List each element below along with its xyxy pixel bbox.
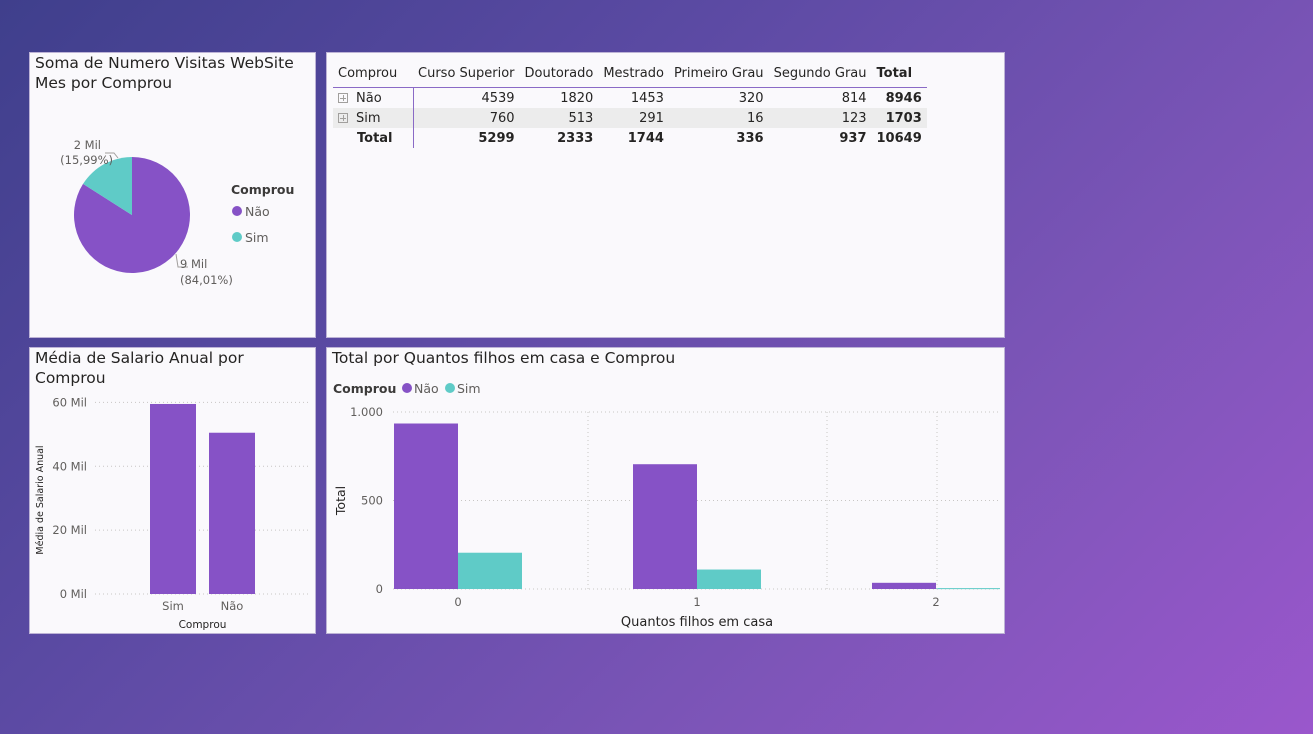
matrix-cell: 291 xyxy=(598,108,669,128)
children-bar-sim-0[interactable] xyxy=(458,552,522,589)
children-bar-nao-1[interactable] xyxy=(633,464,697,589)
matrix-header-row: Comprou Curso Superior Doutorado Mestrad… xyxy=(333,59,927,88)
matrix-header-primeiro-grau[interactable]: Primeiro Grau xyxy=(668,59,769,88)
pie-label-nao-value: 9 Mil xyxy=(180,257,207,271)
matrix-cell: 513 xyxy=(519,108,599,128)
matrix-cell: 320 xyxy=(738,90,764,106)
matrix-row-label: Não xyxy=(356,90,382,106)
pie-legend-label-sim[interactable]: Sim xyxy=(245,230,269,245)
matrix-row-sim: Sim 760 513 291 16 123 1703 xyxy=(333,108,927,128)
matrix-cell: 1744 xyxy=(627,130,664,146)
matrix-row-label: Sim xyxy=(356,110,381,126)
children-bar-sim-2[interactable] xyxy=(936,588,1000,590)
pie-legend-dot-sim xyxy=(232,232,242,242)
salary-bar-sim[interactable] xyxy=(150,403,196,594)
children-legend-label-sim[interactable]: Sim xyxy=(457,381,481,396)
pie-chart-card[interactable]: Soma de Numero Visitas WebSite Mes por C… xyxy=(29,52,316,338)
children-legend-label-nao[interactable]: Não xyxy=(414,381,439,396)
matrix-header-curso-superior[interactable]: Curso Superior xyxy=(413,59,520,88)
children-chart-card[interactable]: Total por Quantos filhos em casa e Compr… xyxy=(326,347,1005,634)
matrix-row-total: 8946 xyxy=(885,90,922,106)
expand-icon[interactable] xyxy=(338,93,348,103)
matrix-cell: 1820 xyxy=(560,90,594,106)
salary-x-axis-title: Comprou xyxy=(179,619,227,631)
pie-label-sim-pct: (15,99%) xyxy=(60,153,113,167)
salary-bar-nao[interactable] xyxy=(209,432,255,594)
children-bar-sim-1[interactable] xyxy=(697,569,761,589)
matrix-card[interactable]: Comprou Curso Superior Doutorado Mestrad… xyxy=(326,52,1005,338)
children-bar-nao-2[interactable] xyxy=(872,582,936,589)
expand-icon[interactable] xyxy=(338,113,348,123)
matrix-cell: 814 xyxy=(841,90,867,106)
matrix-row-total-row: Total 5299 2333 1744 336 937 10649 xyxy=(333,128,927,148)
children-legend-title: Comprou xyxy=(333,381,396,396)
matrix-table: Comprou Curso Superior Doutorado Mestrad… xyxy=(333,59,927,148)
pie-legend-title: Comprou xyxy=(231,182,294,197)
matrix-header-doutorado[interactable]: Doutorado xyxy=(519,59,599,88)
salary-chart-card[interactable]: Média de Salario Anual por Comprou 0 Mil… xyxy=(29,347,316,634)
matrix-row-label-cell: Sim xyxy=(333,108,414,128)
children-xtick-label: 2 xyxy=(932,595,939,609)
matrix-cell: 760 xyxy=(413,108,520,128)
pie-label-sim-value: 2 Mil xyxy=(74,138,101,152)
matrix-total-label: Total xyxy=(333,128,414,148)
matrix-cell: 1453 xyxy=(630,90,664,106)
children-ytick-label: 1.000 xyxy=(350,405,383,419)
matrix-cell: 123 xyxy=(768,108,872,128)
children-ytick-label: 0 xyxy=(376,582,383,596)
pie-legend-label-nao[interactable]: Não xyxy=(245,204,270,219)
matrix-cell: 937 xyxy=(839,130,867,146)
children-bar-nao-0[interactable] xyxy=(394,423,458,589)
matrix-row-label-cell: Não xyxy=(333,87,414,108)
salary-xtick-label: Sim xyxy=(162,599,184,613)
matrix-header-mestrado[interactable]: Mestrado xyxy=(598,59,669,88)
children-bar-chart: Comprou Não Sim 0 500 1.000 0 1 2 Quantos filhos … xyxy=(333,381,1000,630)
matrix-header-comprou[interactable]: Comprou xyxy=(333,59,414,88)
pie-label-nao-pct: (84,01%) xyxy=(180,273,233,287)
matrix-row-nao: Não 4539 1820 1453 320 814 8946 xyxy=(333,87,927,108)
children-ytick-label: 500 xyxy=(361,494,383,508)
salary-ytick-label: 0 Mil xyxy=(60,587,87,601)
salary-ytick-label: 20 Mil xyxy=(52,523,87,537)
matrix-cell: 2333 xyxy=(557,130,594,146)
pie-chart: 9 Mil (84,01%) 2 Mil (15,99%) Comprou Nã… xyxy=(60,138,294,287)
matrix-row-total: 1703 xyxy=(871,108,927,128)
pie-legend-dot-nao xyxy=(232,206,242,216)
children-xtick-label: 0 xyxy=(454,595,461,609)
children-y-axis-title: Total xyxy=(333,486,348,516)
salary-bar-chart: 0 Mil 20 Mil 40 Mil 60 Mil Sim Não Comprou Médi… xyxy=(35,395,310,631)
matrix-header-segundo-grau[interactable]: Segundo Grau xyxy=(768,59,872,88)
matrix-cell: 16 xyxy=(668,108,769,128)
children-x-axis-title: Quantos filhos em casa xyxy=(621,615,773,630)
children-legend-dot-nao xyxy=(402,383,412,393)
children-legend-dot-sim xyxy=(445,383,455,393)
matrix-header-total[interactable]: Total xyxy=(871,59,927,88)
salary-ytick-label: 40 Mil xyxy=(52,459,87,473)
children-xtick-label: 1 xyxy=(693,595,700,609)
salary-xtick-label: Não xyxy=(221,599,244,613)
salary-y-axis-title: Média de Salario Anual xyxy=(35,445,46,554)
salary-ytick-label: 60 Mil xyxy=(52,395,87,409)
matrix-cell: 4539 xyxy=(481,90,515,106)
matrix-cell: 336 xyxy=(736,130,764,146)
matrix-cell: 5299 xyxy=(478,130,515,146)
matrix-grand-total: 10649 xyxy=(876,130,922,146)
